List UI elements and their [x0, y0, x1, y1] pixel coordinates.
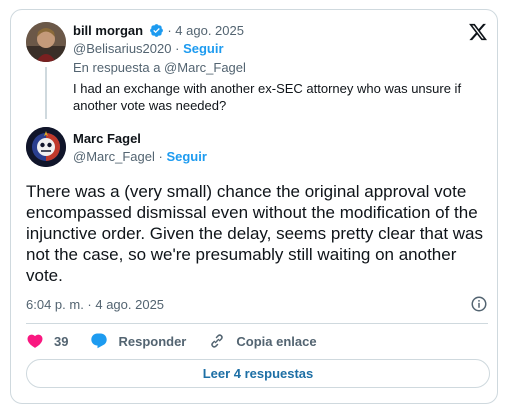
main-handle-separator: · [158, 149, 163, 164]
copy-link-label: Copia enlace [236, 333, 317, 349]
main-author-name[interactable]: Marc Fagel [73, 130, 141, 147]
read-replies-button[interactable]: Leer 4 respuestas [26, 359, 490, 388]
tweet-actions: 39 Responder Copia enlace [26, 331, 339, 351]
reply-context: En respuesta a @Marc_Fagel [73, 60, 246, 75]
avatar-bill-morgan[interactable] [26, 22, 66, 62]
divider [26, 323, 488, 324]
reply-bubble-icon [91, 333, 108, 349]
parent-date[interactable]: 4 ago. 2025 [175, 23, 244, 38]
parent-handle-separator: · [175, 41, 180, 56]
info-icon[interactable] [470, 295, 488, 313]
reply-button[interactable]: Responder [90, 332, 186, 350]
main-handle-row: @Marc_Fagel · Seguir [73, 148, 207, 165]
link-icon [211, 334, 224, 348]
thread-connector-line [45, 67, 47, 119]
embedded-tweet-card: bill morgan · 4 ago. 2025 @Belisarius202… [10, 9, 498, 404]
like-button[interactable]: 39 [26, 332, 68, 350]
parent-tweet-header: bill morgan · 4 ago. 2025 [73, 22, 244, 39]
parent-handle-row: @Belisarius2020 · Seguir [73, 40, 224, 57]
copy-link-button[interactable]: Copia enlace [208, 332, 317, 350]
parent-follow-button[interactable]: Seguir [183, 41, 223, 56]
avatar-marc-fagel[interactable] [26, 127, 66, 167]
like-count: 39 [54, 333, 69, 349]
heart-icon [27, 334, 43, 348]
x-logo-icon[interactable] [468, 22, 488, 42]
main-follow-button[interactable]: Seguir [166, 149, 206, 164]
parent-handle[interactable]: @Belisarius2020 [73, 41, 171, 56]
main-tweet-text: There was a (very small) chance the orig… [26, 182, 484, 285]
parent-tweet-text: I had an exchange with another ex-SEC at… [73, 81, 462, 113]
tweet-timestamp[interactable]: 6:04 p. m. · 4 ago. 2025 [26, 296, 164, 313]
main-handle[interactable]: @Marc_Fagel [73, 149, 155, 164]
reply-label: Responder [118, 333, 187, 349]
parent-separator: · [167, 23, 172, 38]
parent-author-name[interactable]: bill morgan [73, 23, 143, 38]
verified-badge-icon [149, 24, 163, 37]
